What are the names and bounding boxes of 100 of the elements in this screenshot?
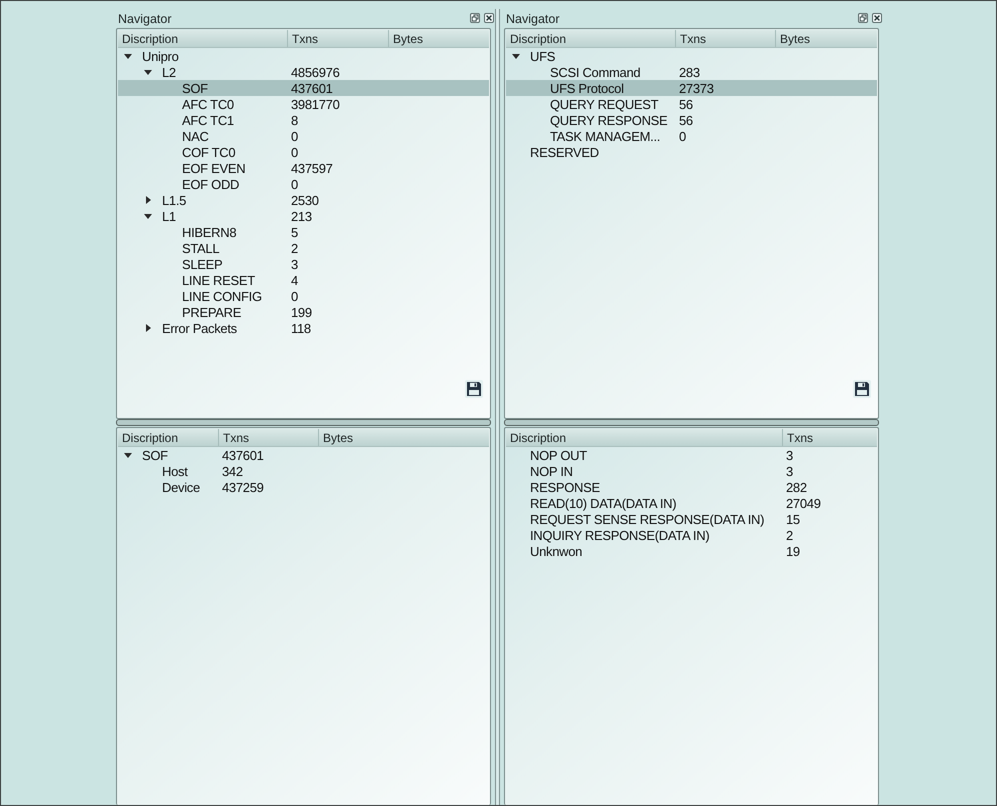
row-label: Unknwon xyxy=(530,544,582,558)
txns-cell-text: 0 xyxy=(290,288,299,304)
tree-row[interactable]: RESPONSE 282 xyxy=(506,479,877,495)
splitter-handle[interactable] xyxy=(116,419,491,426)
column-header[interactable]: Txns xyxy=(287,30,388,47)
txns-cell-text: 199 xyxy=(290,304,313,320)
caret-right-icon[interactable] xyxy=(146,196,151,204)
tree-row[interactable]: HIBERN8 5 xyxy=(118,224,489,240)
row-label: LINE CONFIG xyxy=(182,288,262,304)
tree-row[interactable]: STALL 2 xyxy=(118,240,489,256)
row-label: PREPARE xyxy=(182,304,242,320)
tree-row[interactable]: AFC TC0 3981770 xyxy=(118,96,489,112)
caret-right-icon[interactable] xyxy=(146,324,151,332)
column-header[interactable]: Txns xyxy=(782,429,877,446)
row-label: TASK MANAGEM... xyxy=(550,128,660,144)
splitter-handle[interactable] xyxy=(504,419,879,426)
tree-row[interactable]: NOP OUT 3 xyxy=(506,447,877,463)
tree-row[interactable]: Unipro xyxy=(118,48,489,64)
save-icon[interactable] xyxy=(853,380,871,398)
caret-down-icon[interactable] xyxy=(512,54,520,58)
txns-cell-text: 213 xyxy=(290,208,313,224)
txns-cell-text: 3 xyxy=(290,256,299,272)
row-label: Device xyxy=(162,480,200,494)
column-header[interactable]: Txns xyxy=(218,429,318,446)
txns-cell-text: 2 xyxy=(785,528,794,542)
tree-row[interactable]: READ(10) DATA(DATA IN) 27049 xyxy=(506,495,877,511)
row-label: Host xyxy=(162,464,188,478)
tree-row[interactable]: NAC 0 xyxy=(118,128,489,144)
row-label: STALL xyxy=(182,240,220,256)
tree-row[interactable]: EOF ODD 0 xyxy=(118,176,489,192)
column-header[interactable]: Bytes xyxy=(388,30,489,47)
tree-row[interactable]: L1 213 xyxy=(118,208,489,224)
column-header[interactable]: Bytes xyxy=(318,429,489,446)
column-header[interactable]: Bytes xyxy=(775,30,877,47)
txns-cell-text: 0 xyxy=(290,176,299,192)
save-icon[interactable] xyxy=(465,380,483,398)
tree-row[interactable]: Error Packets 118 xyxy=(118,320,489,336)
row-label: QUERY REQUEST xyxy=(550,96,658,112)
txns-cell-text: 3 xyxy=(785,448,794,462)
tree-row[interactable]: QUERY REQUEST 56 xyxy=(506,96,877,112)
tree-row[interactable]: L1.5 2530 xyxy=(118,192,489,208)
txns-cell-text: 283 xyxy=(678,64,701,80)
tree-row[interactable]: AFC TC1 8 xyxy=(118,112,489,128)
caret-down-icon[interactable] xyxy=(144,214,152,218)
row-label: Unipro xyxy=(142,48,178,64)
column-header[interactable]: Txns xyxy=(675,30,775,47)
row-label: AFC TC0 xyxy=(182,96,234,112)
txns-cell-text: 3981770 xyxy=(290,96,341,112)
tree-row[interactable]: Unknwon 19 xyxy=(506,543,877,559)
row-label: LINE RESET xyxy=(182,272,255,288)
panel-title: Navigator xyxy=(506,12,560,26)
tree-row[interactable]: Device 437259 xyxy=(118,479,489,495)
txns-cell-text: 437601 xyxy=(290,80,334,96)
row-label: INQUIRY RESPONSE(DATA IN) xyxy=(530,528,710,542)
txns-cell-text: 118 xyxy=(290,320,312,336)
caret-down-icon[interactable] xyxy=(144,70,152,74)
row-label: SCSI Command xyxy=(550,64,640,80)
row-label: HIBERN8 xyxy=(182,224,236,240)
row-label: SOF xyxy=(182,80,208,96)
caret-down-icon[interactable] xyxy=(124,54,132,58)
tree-row[interactable]: UFS xyxy=(506,48,877,64)
column-header[interactable]: Discription xyxy=(118,429,218,446)
txns-cell-text: 4856976 xyxy=(290,64,341,80)
tree-row[interactable]: QUERY RESPONSE 56 xyxy=(506,112,877,128)
tree-row[interactable]: UFS Protocol 27373 xyxy=(506,80,877,96)
txns-cell-text: 56 xyxy=(678,112,694,128)
tree-row[interactable]: RESERVED xyxy=(506,144,877,160)
tree-row[interactable]: LINE RESET 4 xyxy=(118,272,489,288)
tree-row[interactable]: L2 4856976 xyxy=(118,64,489,80)
tree-row[interactable]: SCSI Command 283 xyxy=(506,64,877,80)
splitter-handle[interactable] xyxy=(495,9,500,805)
close-icon[interactable] xyxy=(484,12,494,22)
column-header[interactable]: Discription xyxy=(118,30,287,47)
tree-row[interactable]: INQUIRY RESPONSE(DATA IN) 2 xyxy=(506,527,877,543)
row-label: L1.5 xyxy=(162,192,186,208)
row-label: NOP IN xyxy=(530,464,573,478)
txns-cell-text: 15 xyxy=(785,512,801,526)
tree-row[interactable]: COF TC0 0 xyxy=(118,144,489,160)
column-header[interactable]: Discription xyxy=(506,429,782,446)
row-label: L1 xyxy=(162,208,176,224)
txns-cell-text: 0 xyxy=(290,128,299,144)
caret-down-icon[interactable] xyxy=(124,452,132,458)
tree-row[interactable]: Host 342 xyxy=(118,463,489,479)
tree-row[interactable]: EOF EVEN 437597 xyxy=(118,160,489,176)
tree-row[interactable]: NOP IN 3 xyxy=(506,463,877,479)
tree-row[interactable]: SOF 437601 xyxy=(118,447,489,463)
tree-row[interactable]: SLEEP 3 xyxy=(118,256,489,272)
tree-row[interactable]: PREPARE 199 xyxy=(118,304,489,320)
tree-row[interactable]: SOF 437601 xyxy=(118,80,489,96)
row-label: SOF xyxy=(142,448,168,462)
txns-cell-text: 2530 xyxy=(290,192,320,208)
restore-icon[interactable] xyxy=(470,12,480,22)
column-header[interactable]: Discription xyxy=(506,30,675,47)
tree-row[interactable]: LINE CONFIG 0 xyxy=(118,288,489,304)
close-icon[interactable] xyxy=(872,12,882,22)
txns-cell-text: 2 xyxy=(290,240,299,256)
restore-icon[interactable] xyxy=(858,12,868,22)
tree-row[interactable]: REQUEST SENSE RESPONSE(DATA IN) 15 xyxy=(506,511,877,527)
tree-row[interactable]: TASK MANAGEM... 0 xyxy=(506,128,877,144)
txns-cell-text: 8 xyxy=(290,112,299,128)
